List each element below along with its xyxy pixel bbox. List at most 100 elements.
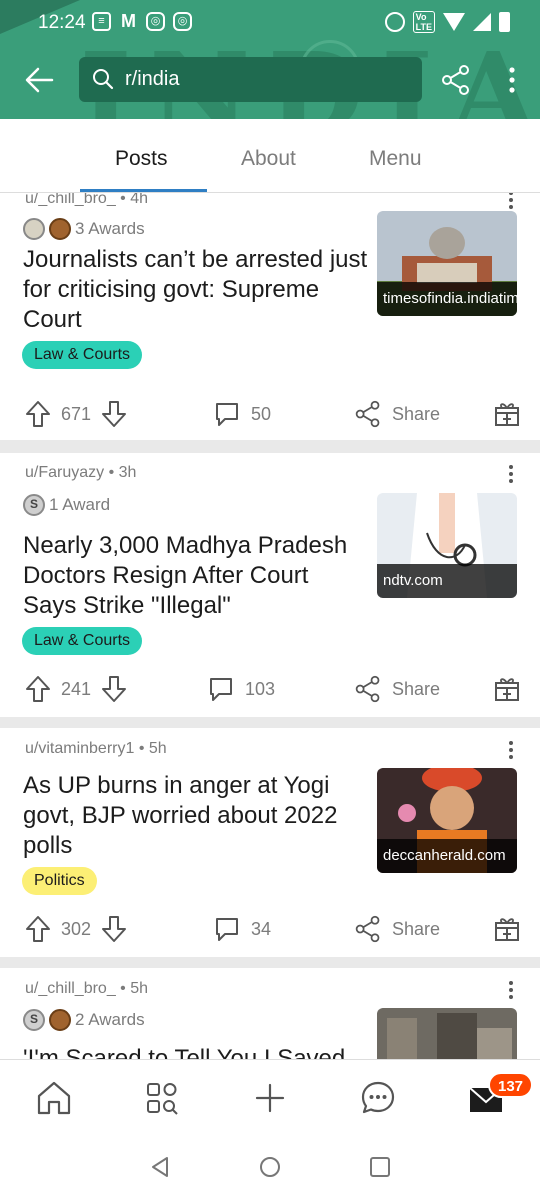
downvote-icon[interactable] [101,675,127,703]
chat-icon[interactable] [358,1078,398,1118]
vote-count: 241 [61,678,92,699]
active-tab-indicator [80,189,207,192]
post-flair[interactable]: Politics [22,867,97,895]
comments-button[interactable]: 103 [207,669,275,709]
comment-count: 34 [251,918,272,939]
thumbnail-image [377,1008,517,1059]
thumbnail-domain: timesofindia.indiatimes.com [377,282,517,316]
system-recents-icon[interactable] [368,1155,392,1179]
cell-signal-icon [473,13,491,31]
share-subreddit-button[interactable] [440,64,472,96]
vote-count: 302 [61,918,92,939]
post-flair[interactable]: Law & Courts [22,341,143,369]
discover-icon[interactable] [142,1078,182,1118]
system-back-icon[interactable] [148,1155,172,1179]
post-awards[interactable]: 3 Awards [23,218,145,240]
downvote-icon[interactable] [101,915,127,943]
post-feed[interactable]: u/_chill_bro_ • 4h 3 Awards Journalists … [0,193,540,1059]
post-author-time[interactable]: u/vitaminberry1 • 5h [25,740,167,758]
system-status-icons: Vo LTE [384,11,510,33]
award-button[interactable] [493,394,521,434]
post-more-icon[interactable] [506,193,516,210]
comments-button[interactable]: 34 [213,909,271,949]
search-bar[interactable]: r/india [79,57,422,102]
inbox-notification-badge: 137 [488,1072,534,1098]
upvote-icon[interactable] [25,675,51,703]
award-icon [49,1009,71,1031]
system-home-icon[interactable] [258,1155,282,1179]
post-actions: 241 103 Share [0,669,540,709]
comment-count: 50 [251,403,272,424]
post-author-time[interactable]: u/Faruyazy • 3h [25,464,136,482]
gift-icon [495,678,519,701]
post-actions: 671 50 Share [0,394,540,434]
vote-count: 671 [61,403,92,424]
post-title[interactable]: Journalists can’t be arrested just for c… [23,245,368,335]
awards-count: 1 Award [49,495,111,514]
more-options-button[interactable] [500,64,524,96]
upvote-icon[interactable] [25,400,51,428]
award-button[interactable] [493,909,521,949]
wifi-icon [443,13,465,31]
post-author-time[interactable]: u/_chill_bro_ • 4h [25,193,148,208]
post-title[interactable]: 'I'm Scared to Tell You I Saved [23,1044,368,1059]
post-thumbnail[interactable]: timesofindia.indiatimes.com [377,211,517,316]
search-input[interactable]: r/india [125,68,179,91]
silver-award-icon: S [23,1009,45,1031]
post-title[interactable]: Nearly 3,000 Madhya Pradesh Doctors Resi… [23,531,368,621]
share-label: Share [392,918,441,939]
share-button[interactable]: Share [354,669,440,709]
award-icon [49,218,71,240]
awards-count: 2 Awards [75,1010,145,1029]
silver-award-icon: S [23,494,45,516]
post-awards[interactable]: S 2 Awards [23,1009,145,1031]
comments-button[interactable]: 50 [213,394,271,434]
gift-icon [495,403,519,426]
upvote-icon[interactable] [25,915,51,943]
post-card[interactable]: u/Faruyazy • 3h S 1 Award Nearly 3,000 M… [0,453,540,717]
search-icon [93,69,114,90]
post-actions: 302 34 Share [0,909,540,949]
award-button[interactable] [493,669,521,709]
post-thumbnail[interactable]: ndtv.com [377,493,517,598]
alarm-icon [384,12,405,32]
post-card[interactable]: u/_chill_bro_ • 4h 3 Awards Journalists … [0,193,540,440]
post-more-icon[interactable] [506,980,516,1000]
battery-icon [499,12,510,32]
vote-control: 241 [25,669,127,709]
share-icon [355,400,380,428]
comment-icon [210,678,232,701]
share-button[interactable]: Share [354,394,440,434]
app-root: INDIA 12:24 ≡ M ◎ ◎ VoLTE [0,0,540,1200]
post-more-icon[interactable] [506,464,516,484]
share-label: Share [392,678,441,699]
create-post-icon[interactable] [250,1078,290,1118]
post-awards[interactable]: S 1 Award [23,494,110,516]
share-label: Share [392,403,441,424]
share-icon [355,675,380,703]
back-button[interactable] [22,62,58,98]
post-title[interactable]: As UP burns in anger at Yogi govt, BJP w… [23,771,368,861]
tab-about[interactable]: About [241,147,296,171]
system-navigation-bar [0,1135,540,1200]
post-thumbnail[interactable]: deccanherald.com [377,768,517,873]
back-arrow-icon [25,67,54,93]
post-card[interactable]: u/_chill_bro_ • 5h S 2 Awards 'I'm Scare… [0,968,540,1059]
tab-posts[interactable]: Posts [115,147,168,171]
post-thumbnail[interactable] [377,1008,517,1059]
post-card[interactable]: u/vitaminberry1 • 5h As UP burns in ange… [0,728,540,957]
share-button[interactable]: Share [354,909,440,949]
post-flair[interactable]: Law & Courts [22,627,143,655]
vote-control: 671 [25,394,127,434]
downvote-icon[interactable] [101,400,127,428]
tab-menu[interactable]: Menu [369,147,422,171]
vote-control: 302 [25,909,127,949]
volte-icon: Vo LTE [412,11,435,33]
share-icon [355,915,380,943]
post-more-icon[interactable] [506,740,516,760]
share-icon [442,65,469,95]
status-bar: 12:24 ≡ M ◎ ◎ Vo LTE [0,0,540,44]
thumbnail-domain: deccanherald.com [377,839,517,873]
post-author-time[interactable]: u/_chill_bro_ • 5h [25,980,148,998]
home-icon[interactable] [34,1078,74,1118]
